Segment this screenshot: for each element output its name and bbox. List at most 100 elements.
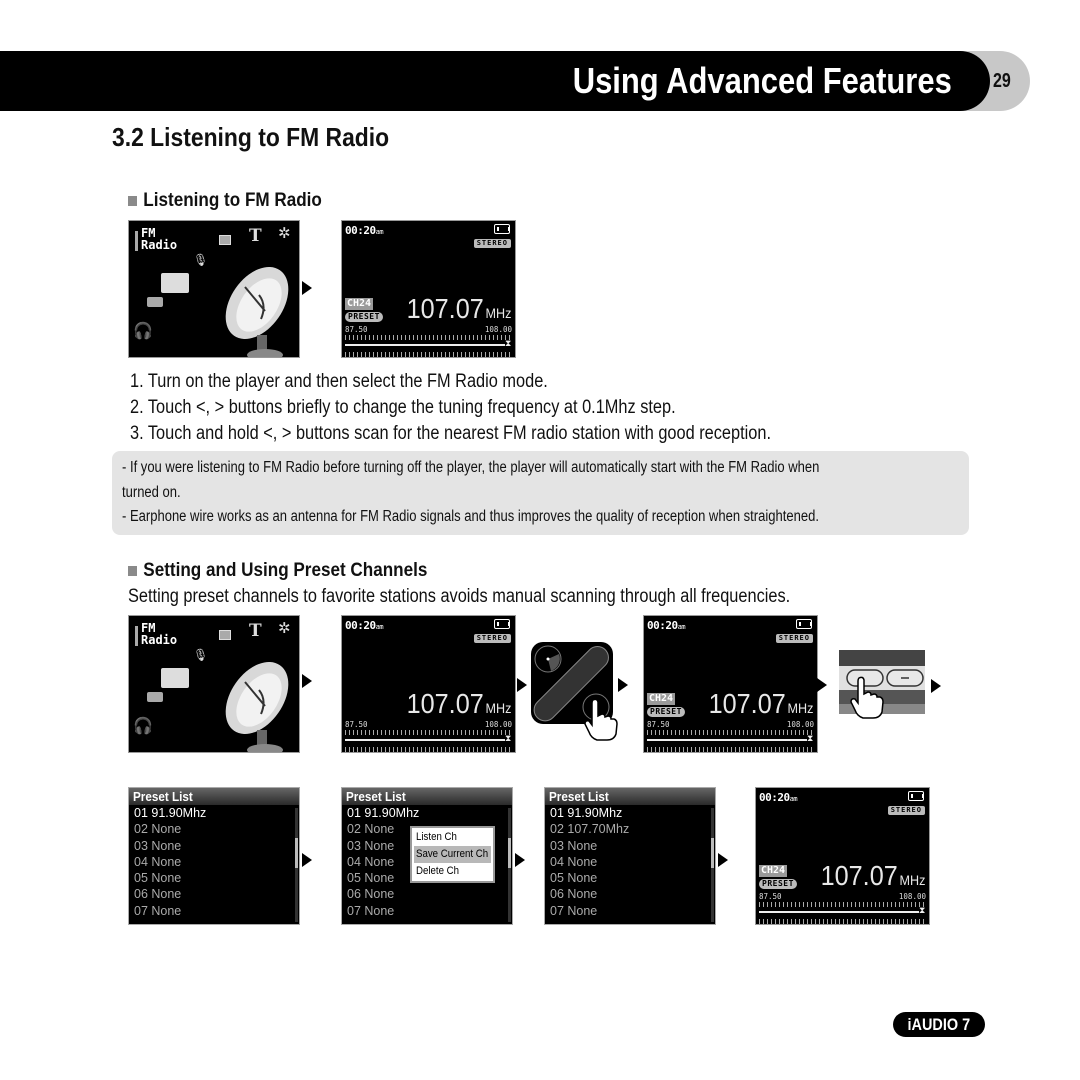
scrollbar[interactable] [711,808,714,922]
preset-badge: PRESET [345,312,383,322]
page-number: 29 [993,70,1011,92]
menu-item-listen-ch[interactable]: Listen Ch [414,829,491,846]
video-camera-icon [147,692,163,702]
channel-badge: CH24 [345,298,374,310]
frequency-value: 107.07 [406,293,484,324]
button-press-illustration [839,650,925,720]
preset-list-title: Preset List [342,788,512,805]
next-arrow-icon [302,853,312,867]
frequency-readout: 107.07 MHz [406,295,511,327]
tuning-needle-icon: ⧗ [807,734,814,744]
stereo-badge: STEREO [887,806,925,815]
preset-row[interactable]: 01 91.90Mhz [129,805,299,821]
clock-time: 00:20 [647,619,678,632]
section-title: 3.2 Listening to FM Radio [112,122,390,152]
step-3: 3. Touch and hold <, > buttons scan for … [130,423,771,444]
tuning-scale-bottom [345,747,512,752]
menu-selection-bar [135,231,138,251]
scrollbar[interactable] [508,808,511,922]
next-arrow-icon [517,678,527,692]
battery-icon [796,619,812,629]
brand-badge: iAUDIO 7 [893,1012,985,1037]
preset-row[interactable]: 03 None [545,838,715,854]
clock-time: 00:20 [345,619,376,632]
preset-row[interactable]: 02 None [129,821,299,837]
preset-list-title: Preset List [545,788,715,805]
context-menu: Listen Ch Save Current Ch Delete Ch [410,826,495,883]
clock-ampm: am [677,623,686,631]
clock-ampm: am [789,795,798,803]
fm-radio-tuning-screen: 00:20am STEREO CH24 PRESET 107.07 MHz 87.… [643,615,818,753]
scrollbar-thumb[interactable] [295,838,298,868]
preset-row[interactable]: 06 None [129,886,299,902]
next-arrow-icon [618,678,628,692]
preset-row[interactable]: 04 None [129,854,299,870]
preset-list-title-text: Preset List [133,789,193,804]
chapter-title: Using Advanced Features [572,60,952,101]
tuning-scale-top [345,730,512,735]
tuning-scale-top [647,730,814,735]
note-1: - If you were listening to FM Radio befo… [122,459,820,476]
headphones-icon: 🎧 [133,718,153,735]
range-max: 108.00 [484,720,512,729]
next-arrow-icon [302,281,312,295]
step-2: 2. Touch <, > buttons briefly to change … [130,397,676,418]
next-arrow-icon [302,674,312,688]
clock: 00:20am [345,619,384,632]
photo-icon [219,235,231,245]
step-1: 1. Turn on the player and then select th… [130,371,548,392]
frequency-value: 107.07 [708,688,786,719]
preset-badge: PRESET [647,707,685,717]
frequency-unit: MHz [899,872,925,888]
preset-row[interactable]: 02 107.70Mhz [545,821,715,837]
preset-row[interactable]: 06 None [342,886,512,902]
range-max: 108.00 [484,325,512,334]
menu-label-line2: Radio [141,633,178,647]
preset-list-screen: Preset List 01 91.90Mhz 02 None 03 None … [128,787,300,925]
preset-row[interactable]: 07 None [129,903,299,919]
brand-text: iAUDIO 7 [907,1015,971,1034]
menu-item-save-current-ch[interactable]: Save Current Ch [414,846,491,863]
subsection-heading-preset: Setting and Using Preset Channels [128,560,427,582]
channel-badge: CH24 [759,865,788,877]
range-min: 87.50 [345,325,368,334]
stereo-badge: STEREO [473,239,511,248]
preset-row[interactable]: 07 None [342,903,512,919]
preset-row[interactable]: 01 91.90Mhz [342,805,512,821]
scrollbar[interactable] [295,808,298,922]
frequency-unit: MHz [787,700,813,716]
frequency-value: 107.07 [406,688,484,719]
preset-row[interactable]: 04 None [545,854,715,870]
pointing-hand-icon [584,698,618,741]
scrollbar-thumb[interactable] [711,838,714,868]
frequency-unit: MHz [485,700,511,716]
satellite-dish-icon [225,266,289,357]
subsection-heading-text: Setting and Using Preset Channels [143,560,428,581]
fm-radio-tuning-screen: 00:20am STEREO CH24 PRESET 107.07 MHz 87.… [341,220,516,358]
fm-radio-menu-screen: FM Radio T ✲ 🎙 🎧 [128,615,300,753]
menu-item-delete-ch[interactable]: Delete Ch [414,863,491,880]
video-camera-icon [147,297,163,307]
tuning-needle-icon: ⧗ [505,734,512,744]
preset-row[interactable]: 07 None [545,903,715,919]
preset-description: Setting preset channels to favorite stat… [128,586,791,607]
fm-radio-menu-screen: FM Radio T ✲ 🎙 🎧 [128,220,300,358]
preset-row[interactable]: 06 None [545,886,715,902]
preset-row[interactable]: 05 None [545,870,715,886]
photo-icon [219,630,231,640]
range-max: 108.00 [786,720,814,729]
bullet-square-icon [128,196,137,206]
bullet-square-icon [128,566,137,576]
preset-row[interactable]: 03 None [129,838,299,854]
fm-radio-tuning-screen-no-preset: 00:20am STEREO 107.07 MHz 87.50 108.00 ⧗ [341,615,516,753]
scrollbar-thumb[interactable] [508,838,511,868]
preset-row[interactable]: 01 91.90Mhz [545,805,715,821]
frequency-readout: 107.07 MHz [708,690,813,722]
battery-icon [494,619,510,629]
menu-item-label: Delete Ch [416,865,460,877]
range-min: 87.50 [345,720,368,729]
preset-row[interactable]: 05 None [129,870,299,886]
microphone-icon: 🎙 [193,253,209,267]
preset-list-screen-context-menu: Preset List 01 91.90Mhz 02 None 03 None … [341,787,513,925]
range-min: 87.50 [647,720,670,729]
